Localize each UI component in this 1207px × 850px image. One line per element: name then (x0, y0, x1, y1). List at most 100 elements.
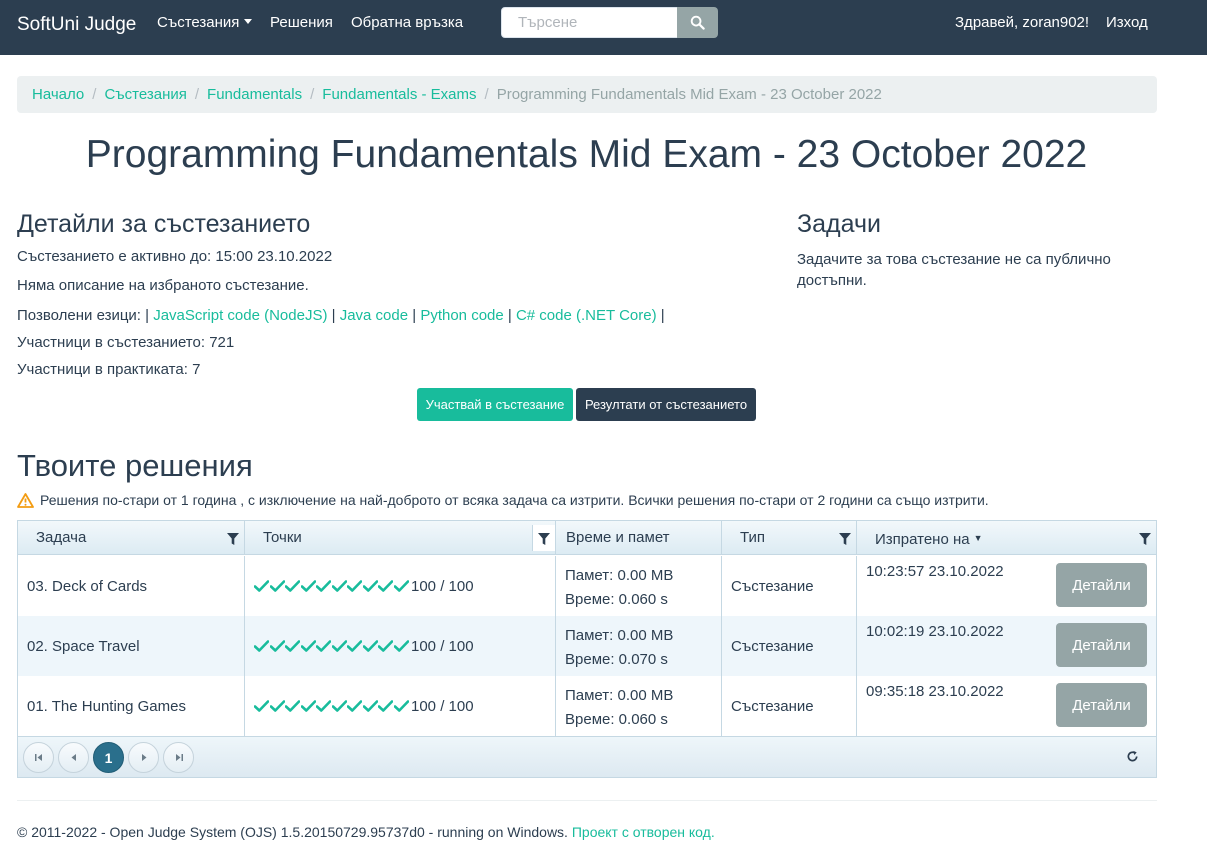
breadcrumb-contests[interactable]: Състезания (104, 86, 186, 103)
submissions-grid: Задача Точки Време и памет Тип Изпратено… (17, 520, 1157, 778)
user-greeting[interactable]: Здравей, zoran902! (955, 14, 1089, 31)
memory-text: Памет: 0.00 MB (565, 687, 674, 704)
check-icon (300, 640, 317, 652)
footer-text: © 2011-2022 - Open Judge System (OJS) 1.… (17, 824, 572, 840)
breadcrumb-separator: / (92, 86, 97, 103)
task-cell[interactable]: 03. Deck of Cards (18, 556, 245, 616)
check-icon (285, 580, 301, 592)
last-page-icon (175, 754, 183, 761)
allowed-languages: Позволени езици: | JavaScript code (Node… (17, 307, 665, 324)
check-icon (331, 580, 348, 592)
type-cell: Състезание (722, 676, 857, 736)
language-link-javascript[interactable]: JavaScript code (NodeJS) (153, 307, 327, 324)
language-link-csharp[interactable]: C# code (.NET Core) (516, 307, 657, 324)
contest-details-heading: Детайли за състезанието (17, 210, 311, 238)
sort-desc-icon: ▼ (973, 533, 983, 543)
score-text: 100 / 100 (411, 637, 474, 655)
sent-on-text: 09:35:18 23.10.2022 (866, 683, 1004, 700)
check-icon (362, 640, 379, 652)
check-icon (316, 700, 332, 712)
previous-page-button[interactable] (58, 742, 89, 773)
nav-submissions[interactable]: Решения (270, 14, 333, 31)
breadcrumb-fundamentals[interactable]: Fundamentals (207, 86, 302, 103)
sent-on-text: 10:02:19 23.10.2022 (866, 623, 1004, 640)
breadcrumb-fundamentals-exams[interactable]: Fundamentals - Exams (322, 86, 476, 103)
footer: © 2011-2022 - Open Judge System (OJS) 1.… (17, 824, 715, 840)
check-icon (254, 640, 270, 652)
previous-page-icon (71, 754, 76, 761)
table-row: 01. The Hunting Games 100 / 100 Памет: 0.0… (18, 676, 1156, 736)
check-icon (378, 700, 394, 712)
check-icon (378, 580, 394, 592)
brand-logo[interactable]: SoftUni Judge (17, 14, 136, 36)
check-icon (316, 640, 332, 652)
check-icon (393, 640, 410, 652)
check-icon (362, 580, 379, 592)
grid-header: Задача Точки Време и памет Тип Изпратено… (18, 521, 1156, 555)
grid-pager: 1 (18, 736, 1156, 777)
time-text: Време: 0.070 s (565, 651, 668, 668)
table-row: 02. Space Travel 100 / 100 Памет: 0.00 MB В… (18, 616, 1156, 676)
last-page-button[interactable] (163, 742, 194, 773)
check-icon (254, 700, 270, 712)
task-cell[interactable]: 01. The Hunting Games (18, 676, 245, 736)
check-icon (269, 640, 286, 652)
participants-count: Участници в състезанието: 721 (17, 334, 235, 351)
filter-icon[interactable] (227, 533, 239, 545)
footer-divider (17, 800, 1157, 801)
table-row: 03. Deck of Cards 100 / 100 Памет: 0.00 MB… (18, 556, 1156, 616)
filter-icon[interactable] (1139, 533, 1151, 545)
submissions-heading: Твоите решения (17, 448, 253, 483)
column-header-time-memory[interactable]: Време и памет (556, 521, 722, 555)
details-button[interactable]: Детайли (1056, 623, 1147, 667)
breadcrumb: Начало / Състезания / Fundamentals / Fundament… (17, 76, 1157, 113)
details-button[interactable]: Детайли (1056, 683, 1147, 727)
nav-feedback[interactable]: Обратна връзка (351, 14, 463, 31)
filter-icon[interactable] (839, 533, 851, 545)
language-link-python[interactable]: Python code (420, 307, 503, 324)
results-button[interactable]: Резултати от състезанието (576, 388, 756, 421)
breadcrumb-separator: / (194, 86, 200, 103)
first-page-button[interactable] (23, 742, 54, 773)
check-icon (300, 700, 317, 712)
page-1-button[interactable]: 1 (93, 742, 124, 773)
refresh-icon[interactable] (1126, 750, 1139, 763)
nav-contests-dropdown[interactable]: Състезания (157, 14, 253, 31)
check-icon (285, 700, 301, 712)
warning-text: Решения по-стари от 1 година , с изключе… (40, 492, 989, 508)
logout-link[interactable]: Изход (1106, 14, 1148, 31)
filter-button[interactable] (532, 525, 555, 551)
type-cell: Състезание (722, 556, 857, 616)
column-header-sent-on[interactable]: Изпратено на ▼ (857, 521, 1156, 555)
points-cell: 100 / 100 (245, 616, 556, 676)
check-icon (393, 700, 410, 712)
memory-text: Памет: 0.00 MB (565, 567, 674, 584)
tasks-note: Задачите за това състезание не са публич… (797, 251, 1111, 289)
task-cell[interactable]: 02. Space Travel (18, 616, 245, 676)
open-source-link[interactable]: Проект с отворен код. (572, 824, 715, 840)
page-title: Programming Fundamentals Mid Exam - 23 O… (85, 133, 1088, 176)
score-text: 100 / 100 (411, 577, 474, 595)
time-memory-cell: Памет: 0.00 MB Време: 0.060 s (556, 556, 722, 616)
sent-on-text: 10:23:57 23.10.2022 (866, 563, 1004, 580)
next-page-button[interactable] (128, 742, 159, 773)
first-page-icon (34, 754, 42, 761)
filter-icon (538, 533, 550, 545)
warning-message: Решения по-стари от 1 година , с изключе… (17, 492, 989, 508)
search-input[interactable] (501, 7, 678, 38)
column-header-task[interactable]: Задача (18, 521, 245, 555)
details-button[interactable]: Детайли (1056, 563, 1147, 607)
participate-button[interactable]: Участвай в състезание (417, 388, 573, 421)
language-link-java[interactable]: Java code (340, 307, 408, 324)
search-button[interactable] (677, 7, 718, 38)
check-icon (362, 700, 379, 712)
time-memory-cell: Памет: 0.00 MB Време: 0.070 s (556, 616, 722, 676)
column-header-points[interactable]: Точки (245, 521, 556, 555)
check-icon (254, 580, 270, 592)
column-header-type[interactable]: Тип (722, 521, 857, 555)
allowed-languages-label: Позволени езици: (17, 307, 141, 324)
breadcrumb-home[interactable]: Начало (32, 86, 84, 103)
next-page-icon (141, 754, 146, 761)
column-type-label: Тип (740, 529, 766, 546)
time-text: Време: 0.060 s (565, 711, 668, 728)
